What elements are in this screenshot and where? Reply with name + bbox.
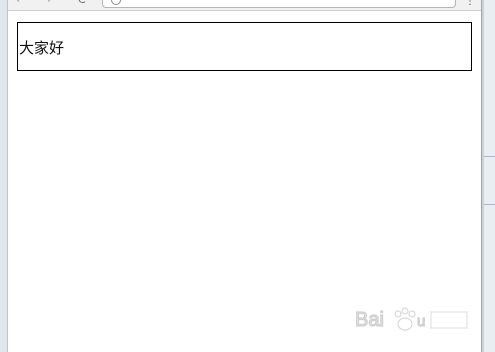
frame-divider [484, 156, 495, 157]
browser-toolbar: ← → C ☆ ⋮ [8, 0, 481, 11]
svg-text:Bai: Bai [355, 309, 384, 331]
address-bar[interactable]: ☆ [102, 0, 456, 8]
greeting-text: 大家好 [19, 39, 65, 57]
window-frame-left [0, 0, 8, 352]
svg-text:u: u [417, 313, 425, 330]
window-frame-right [481, 0, 495, 352]
reload-button[interactable]: C [78, 0, 86, 6]
bookmark-icon[interactable]: ☆ [438, 0, 447, 3]
watermark-logo: Bai u [354, 307, 468, 332]
forward-button[interactable]: → [42, 0, 51, 6]
content-box: 大家好 [17, 22, 472, 71]
frame-divider [484, 204, 495, 205]
back-button[interactable]: ← [16, 0, 25, 6]
browser-window: ← → C ☆ ⋮ 大家好 Bai u [0, 0, 495, 352]
menu-icon[interactable]: ⋮ [465, 0, 475, 7]
info-icon[interactable] [111, 0, 121, 5]
page-viewport: 大家好 [8, 11, 481, 352]
